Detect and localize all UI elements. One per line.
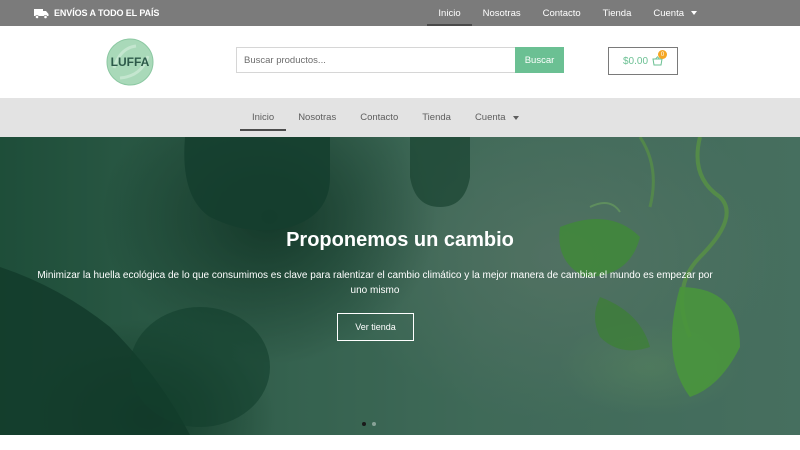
top-bar: ENVÍOS A TODO EL PAÍS Inicio Nosotras Co… <box>0 0 800 26</box>
search-input[interactable] <box>236 47 515 73</box>
hero-description: Minimizar la huella ecológica de lo que … <box>37 270 713 296</box>
main-nav-item-inicio[interactable]: Inicio <box>240 98 287 137</box>
top-nav-item-nosotras[interactable]: Nosotras <box>472 0 532 26</box>
shipping-text: ENVÍOS A TODO EL PAÍS <box>54 8 160 18</box>
search-button-label: Buscar <box>524 54 555 66</box>
main-nav: Inicio Nosotras Contacto Tienda Cuenta <box>0 98 800 137</box>
hero-title: Proponemos un cambio <box>286 229 514 251</box>
search-form: Buscar <box>236 47 564 73</box>
top-nav-label: Tienda <box>602 7 632 19</box>
top-nav-label: Inicio <box>438 7 461 19</box>
main-nav-label: Tienda <box>422 112 451 123</box>
main-nav-item-cuenta[interactable]: Cuenta <box>463 98 531 137</box>
cart-total: $0.00 <box>622 55 649 67</box>
main-nav-item-nosotras[interactable]: Nosotras <box>286 98 348 137</box>
page-below-hero <box>0 435 800 450</box>
hero-slider: Proponemos un cambio Minimizar la huella… <box>0 137 800 435</box>
top-nav-label: Nosotras <box>482 7 521 19</box>
top-nav-item-tienda[interactable]: Tienda <box>592 0 643 26</box>
slider-dot[interactable] <box>372 422 376 426</box>
caret-down-icon <box>691 11 697 15</box>
cart-button[interactable]: $0.00 0 <box>608 47 678 75</box>
caret-down-icon <box>512 115 519 120</box>
basket-icon: 0 <box>652 50 668 66</box>
top-nav: Inicio Nosotras Contacto Tienda Cuenta <box>427 0 708 26</box>
truck-icon <box>34 8 49 19</box>
top-nav-item-contacto[interactable]: Contacto <box>532 0 592 26</box>
luffa-logo[interactable]: LUFFA <box>106 38 154 86</box>
site-header: LUFFA Buscar $0.00 0 <box>0 26 800 98</box>
top-nav-label: Contacto <box>542 7 581 19</box>
logo-text: LUFFA <box>111 55 150 69</box>
cart-count-badge: 0 <box>658 50 668 59</box>
main-nav-item-tienda[interactable]: Tienda <box>410 98 463 137</box>
view-store-button[interactable]: Ver tienda <box>337 313 414 341</box>
view-store-label: Ver tienda <box>355 322 396 332</box>
main-nav-label: Inicio <box>252 112 275 123</box>
search-button[interactable]: Buscar <box>515 47 564 73</box>
main-nav-item-contacto[interactable]: Contacto <box>348 98 410 137</box>
top-nav-label: Cuenta <box>653 7 684 19</box>
slider-pagination <box>362 422 376 426</box>
top-nav-item-cuenta[interactable]: Cuenta <box>642 0 708 26</box>
slider-dot[interactable] <box>362 422 366 426</box>
main-nav-label: Contacto <box>360 112 399 123</box>
shipping-notice: ENVÍOS A TODO EL PAÍS <box>34 0 159 26</box>
main-nav-label: Cuenta <box>474 112 506 123</box>
top-nav-item-inicio[interactable]: Inicio <box>427 0 472 26</box>
main-nav-label: Nosotras <box>298 112 337 123</box>
